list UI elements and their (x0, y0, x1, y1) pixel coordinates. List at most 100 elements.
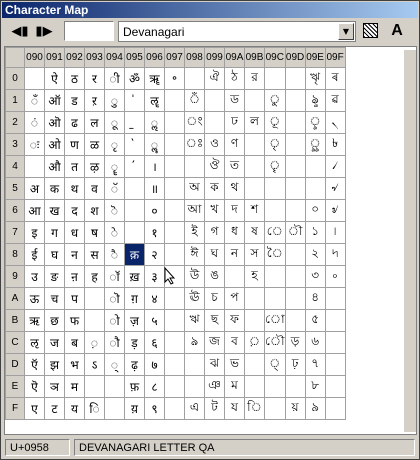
character-cell[interactable]: थ (64, 177, 85, 200)
character-cell[interactable]: ऴ (84, 155, 105, 178)
character-cell[interactable]: অ (184, 177, 205, 200)
character-cell[interactable]: ৹ (324, 265, 346, 288)
character-cell[interactable] (164, 243, 185, 266)
character-cell[interactable] (264, 397, 286, 420)
title-bar[interactable]: Character Map (2, 2, 418, 18)
character-cell[interactable]: भ (64, 353, 85, 376)
character-cell[interactable]: ी (104, 67, 125, 90)
character-cell[interactable]: ো (264, 309, 286, 332)
character-cell[interactable]: ক (204, 177, 225, 200)
hatched-pattern-icon[interactable] (363, 23, 378, 38)
character-cell[interactable]: ঌ (184, 331, 205, 354)
character-cell[interactable] (164, 177, 185, 200)
character-cell[interactable] (284, 375, 306, 398)
character-cell[interactable]: ৸ (324, 243, 346, 266)
character-cell[interactable]: ठ (64, 67, 85, 90)
character-cell[interactable] (304, 177, 326, 200)
character-cell[interactable]: झ (44, 353, 65, 376)
character-cell[interactable]: ॅ (104, 177, 125, 200)
character-cell[interactable]: ছ (204, 309, 225, 332)
character-cell[interactable] (124, 221, 145, 244)
dropdown-arrow-icon[interactable]: ▼ (338, 23, 354, 40)
character-cell[interactable]: ज़ (124, 309, 145, 332)
character-cell[interactable]: ৌ (264, 331, 286, 354)
character-cell[interactable] (184, 155, 205, 178)
character-cell[interactable]: ২ (304, 243, 326, 266)
character-cell[interactable]: २ (144, 243, 165, 266)
character-cell[interactable] (264, 199, 286, 222)
character-cell[interactable]: ৮ (304, 375, 326, 398)
character-cell[interactable]: ঔ (204, 155, 225, 178)
character-cell[interactable]: থ (224, 177, 245, 200)
character-cell[interactable]: ৗ (284, 221, 306, 244)
character-cell[interactable]: ৃ (264, 133, 286, 156)
character-cell[interactable] (164, 331, 185, 354)
character-cell[interactable]: ॓ (124, 133, 145, 156)
character-cell[interactable] (324, 331, 346, 354)
character-cell[interactable]: ङ (44, 265, 65, 288)
character-cell[interactable]: ॢ (144, 111, 165, 134)
character-cell[interactable]: ষ (244, 221, 265, 244)
character-cell[interactable] (284, 287, 306, 310)
character-cell[interactable]: ष (84, 221, 105, 244)
character-cell[interactable]: र (84, 67, 105, 90)
character-cell[interactable]: এ (184, 397, 205, 420)
character-cell[interactable]: उ (24, 265, 45, 288)
character-cell[interactable]: ॄ (104, 155, 125, 178)
character-cell[interactable]: ূ (264, 111, 286, 134)
character-cell[interactable]: ज (44, 331, 65, 354)
character-cell[interactable]: জ (204, 331, 225, 354)
character-cell[interactable]: ঢ (224, 111, 245, 134)
character-cell[interactable]: ऽ (84, 353, 105, 376)
character-cell[interactable] (324, 287, 346, 310)
next-block-button[interactable]: ▮▶ (34, 22, 54, 42)
character-cell[interactable]: ে (264, 221, 286, 244)
character-cell[interactable]: ॔ (124, 155, 145, 178)
character-cell[interactable]: ॉ (104, 265, 125, 288)
font-button[interactable]: A (386, 21, 408, 41)
character-cell[interactable]: ऒ (44, 111, 65, 134)
character-cell[interactable]: ধ (224, 221, 245, 244)
character-cell[interactable]: ब (64, 331, 85, 354)
character-cell[interactable]: ৠ (304, 67, 326, 90)
character-cell[interactable] (324, 397, 346, 420)
character-cell[interactable] (264, 375, 286, 398)
character-cell[interactable] (184, 353, 205, 376)
character-cell[interactable]: प (64, 287, 85, 310)
character-cell[interactable]: ै (104, 243, 125, 266)
character-cell[interactable]: ঐ (204, 67, 225, 90)
character-cell[interactable]: ६ (144, 331, 165, 354)
character-cell[interactable] (164, 133, 185, 156)
character-cell[interactable]: ঃ (184, 133, 205, 156)
character-cell[interactable]: ऌ (24, 331, 45, 354)
character-cell[interactable] (164, 397, 185, 420)
character-cell[interactable]: आ (24, 199, 45, 222)
character-cell[interactable] (164, 309, 185, 332)
character-cell[interactable]: ড (224, 89, 245, 112)
character-cell[interactable]: फ़ (124, 375, 145, 398)
character-cell[interactable]: ॠ (144, 67, 165, 90)
character-cell[interactable]: ॑ (124, 89, 145, 112)
character-cell[interactable]: য় (284, 397, 306, 420)
character-cell[interactable] (124, 177, 145, 200)
character-cell[interactable]: १ (144, 221, 165, 244)
character-cell[interactable]: ঝ (204, 353, 225, 376)
character-cell[interactable]: ম (224, 375, 245, 398)
character-cell[interactable]: ব (224, 331, 245, 354)
character-cell[interactable] (104, 375, 125, 398)
character-cell[interactable] (244, 155, 265, 178)
character-cell[interactable] (184, 375, 205, 398)
character-cell[interactable]: ़ (84, 331, 105, 354)
character-cell[interactable] (244, 287, 265, 310)
character-cell[interactable]: গ (204, 221, 225, 244)
character-cell[interactable]: ट (44, 397, 65, 420)
character-cell[interactable]: ত (224, 155, 245, 178)
character-cell[interactable]: ভ (224, 353, 245, 376)
character-cell[interactable] (164, 287, 185, 310)
character-cell[interactable]: ফ (224, 309, 245, 332)
character-cell[interactable] (284, 67, 306, 90)
character-cell[interactable]: ९ (144, 397, 165, 420)
character-cell[interactable]: श (84, 199, 105, 222)
character-cell[interactable] (244, 89, 265, 112)
character-cell[interactable]: ई (24, 243, 45, 266)
